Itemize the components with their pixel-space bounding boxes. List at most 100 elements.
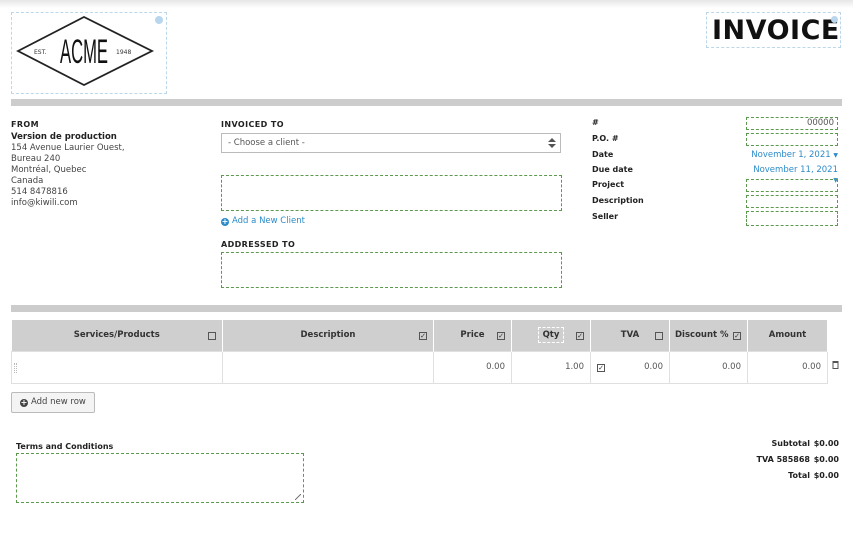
- column-toggle-checkbox[interactable]: ✓: [733, 332, 741, 340]
- qty-value: 1.00: [565, 362, 584, 372]
- terms-textarea[interactable]: [16, 453, 304, 503]
- amount-cell: 0.00: [747, 350, 828, 384]
- logo-upload-area[interactable]: EST. 1948 ACME: [11, 12, 167, 94]
- column-label: TVA: [620, 330, 640, 341]
- column-toggle-checkbox[interactable]: [655, 332, 663, 340]
- from-line: Montréal, Quebec: [11, 165, 87, 175]
- tva-cell[interactable]: ✓ 0.00: [590, 350, 670, 384]
- seller-field[interactable]: [746, 211, 838, 226]
- column-discount: Discount % ✓: [669, 320, 748, 351]
- date-value: November 1, 2021: [751, 150, 831, 160]
- discount-value: 0.00: [722, 362, 741, 372]
- column-price: Price ✓: [433, 320, 512, 351]
- project-label: Project: [592, 180, 625, 189]
- column-toggle-checkbox[interactable]: ✓: [576, 332, 584, 340]
- client-select-value: - Choose a client -: [228, 138, 305, 148]
- description-label: Description: [592, 196, 644, 205]
- drag-handle[interactable]: [14, 362, 17, 373]
- column-label: Qty: [537, 327, 565, 344]
- invoice-number-field[interactable]: 00000: [746, 117, 838, 130]
- svg-text:1948: 1948: [116, 49, 131, 56]
- add-new-client-link[interactable]: + Add a New Client: [221, 216, 305, 226]
- price-cell[interactable]: 0.00: [433, 350, 512, 384]
- from-company: Version de production: [11, 132, 117, 142]
- po-label: P.O. #: [592, 134, 619, 143]
- from-line: 154 Avenue Laurier Ouest,: [11, 143, 125, 153]
- invoiced-to-label: INVOICED TO: [221, 120, 284, 129]
- column-description: Description ✓: [222, 320, 434, 351]
- select-arrows-icon: [548, 138, 556, 148]
- totals-labels: Subtotal TVA 585868 Total: [740, 439, 810, 487]
- column-toggle-checkbox[interactable]: ✓: [419, 332, 427, 340]
- invoice-title: INVOICE: [712, 15, 840, 46]
- column-amount: Amount: [747, 320, 828, 351]
- tax-value: $0.00: [813, 455, 839, 464]
- seller-label: Seller: [592, 212, 619, 221]
- plus-circle-icon: +: [20, 398, 28, 407]
- add-new-client-label: Add a New Client: [232, 216, 305, 226]
- qty-cell[interactable]: 1.00: [511, 350, 591, 384]
- svg-text:ACME: ACME: [60, 33, 108, 71]
- total-value: $0.00: [813, 471, 839, 480]
- top-shadow: [0, 0, 853, 8]
- column-label: Price: [460, 330, 485, 341]
- from-line: Canada: [11, 176, 44, 186]
- amount-value: 0.00: [802, 362, 821, 372]
- addressed-to-label: ADDRESSED TO: [221, 240, 296, 249]
- subtotal-label: Subtotal: [771, 439, 810, 448]
- client-select[interactable]: - Choose a client -: [221, 133, 561, 153]
- total-label: Total: [788, 471, 810, 480]
- addressed-to-field[interactable]: [221, 252, 562, 288]
- divider-bar: [11, 305, 842, 312]
- column-label: Amount: [768, 330, 807, 341]
- column-toggle-checkbox[interactable]: [208, 332, 216, 340]
- discount-cell[interactable]: 0.00: [669, 350, 748, 384]
- column-toggle-checkbox[interactable]: ✓: [497, 332, 505, 340]
- invoice-number-value: 00000: [806, 118, 834, 128]
- column-label: Services/Products: [73, 330, 160, 341]
- from-label: FROM: [11, 120, 39, 129]
- tva-value: 0.00: [644, 362, 663, 372]
- column-label: Description: [300, 330, 356, 341]
- date-label: Date: [592, 150, 614, 159]
- trash-icon[interactable]: [832, 360, 839, 369]
- date-picker[interactable]: November 1, 2021 ▼: [746, 150, 838, 160]
- column-label: Discount %: [675, 330, 729, 341]
- table-header-row: Services/Products Description ✓ Price ✓ Qt…: [11, 320, 828, 351]
- tax-label: TVA 585868: [756, 455, 810, 464]
- invoice-title-box[interactable]: INVOICE: [706, 12, 841, 48]
- invoice-number-label: #: [592, 118, 599, 127]
- project-field[interactable]: [746, 179, 838, 192]
- gear-icon[interactable]: [155, 16, 163, 24]
- tva-checkbox[interactable]: ✓: [597, 363, 605, 372]
- svg-text:EST.: EST.: [34, 49, 47, 56]
- resize-handle[interactable]: [295, 494, 301, 500]
- client-details-field[interactable]: [221, 175, 562, 211]
- column-tva: TVA: [590, 320, 670, 351]
- plus-circle-icon: +: [221, 217, 229, 226]
- due-date-value: November 11, 2021: [753, 165, 838, 175]
- from-line: info@kiwili.com: [11, 198, 78, 208]
- column-services: Services/Products: [11, 320, 223, 351]
- add-new-row-button[interactable]: + Add new row: [11, 392, 95, 413]
- items-table: Services/Products Description ✓ Price ✓ Qt…: [11, 320, 828, 384]
- subtotal-value: $0.00: [813, 439, 839, 448]
- totals-values: $0.00 $0.00 $0.00: [812, 439, 839, 487]
- from-address: Version de production 154 Avenue Laurier…: [11, 132, 125, 209]
- column-qty: Qty ✓: [511, 320, 591, 351]
- description-cell[interactable]: [222, 350, 434, 384]
- description-field[interactable]: [746, 195, 838, 208]
- price-value: 0.00: [486, 362, 505, 372]
- from-line: Bureau 240: [11, 154, 61, 164]
- po-field[interactable]: [746, 133, 838, 146]
- due-date-label: Due date: [592, 165, 633, 174]
- terms-label: Terms and Conditions: [16, 442, 114, 451]
- from-line: 514 8478816: [11, 187, 68, 197]
- add-new-row-label: Add new row: [31, 397, 86, 407]
- divider-bar: [11, 99, 842, 106]
- table-row: 0.00 1.00 ✓ 0.00 0.00 0.00: [11, 350, 828, 384]
- caret-down-icon: ▼: [833, 152, 838, 159]
- acme-logo: EST. 1948 ACME: [16, 15, 155, 87]
- gear-icon[interactable]: [831, 16, 838, 23]
- service-cell[interactable]: [11, 350, 223, 384]
